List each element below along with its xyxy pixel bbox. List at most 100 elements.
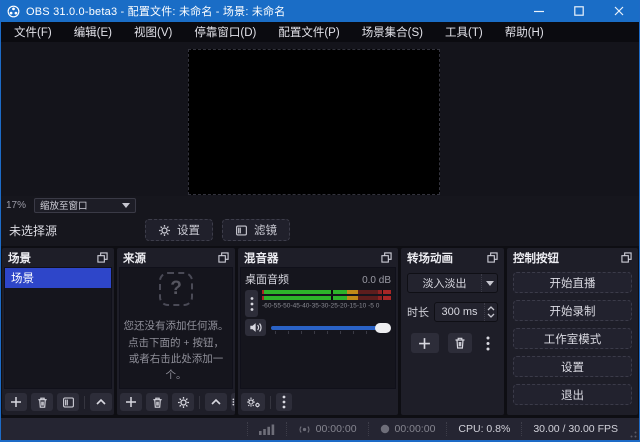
connection-quality — [247, 422, 286, 436]
menu-scene-collection[interactable]: 场景集合(S) — [351, 22, 434, 42]
gears-icon — [246, 396, 261, 409]
channel-menu-button[interactable] — [245, 290, 258, 317]
remove-source-button[interactable] — [146, 393, 168, 411]
menu-profile[interactable]: 配置文件(P) — [267, 22, 350, 42]
advanced-audio-button[interactable] — [241, 393, 265, 411]
empty-line-1: 您还没有添加任何源。 — [120, 318, 232, 334]
scene-list-item-selected[interactable]: 场景 — [5, 268, 111, 288]
start-recording-button[interactable]: 开始录制 — [513, 300, 632, 321]
source-properties-button[interactable]: 设置 — [145, 219, 213, 241]
mixer-empty-space — [245, 336, 391, 388]
gear-icon — [158, 224, 171, 237]
chevron-down-icon — [122, 203, 130, 208]
mixer-content: 桌面音频 0.0 dB -60-55-50-45-40-35-3 — [240, 267, 396, 389]
minimize-button[interactable] — [519, 0, 559, 22]
volume-slider-track — [271, 326, 389, 330]
mixer-toolbar — [238, 389, 398, 415]
source-filters-label: 滤镜 — [254, 222, 277, 238]
sources-empty-text: 您还没有添加任何源。 点击下面的 + 按钮， 或者右击此处添加一个。 — [120, 318, 232, 383]
meter-bar-left — [262, 290, 391, 294]
menu-edit[interactable]: 编辑(E) — [63, 22, 123, 42]
studio-mode-button[interactable]: 工作室模式 — [513, 328, 632, 349]
source-more-button[interactable] — [231, 393, 235, 411]
titlebar: OBS 31.0.0-beta3 - 配置文件: 未命名 - 场景: 未命名 — [1, 0, 639, 22]
add-source-button[interactable] — [120, 393, 142, 411]
maximize-button[interactable] — [559, 0, 599, 22]
source-properties-gear-button[interactable] — [172, 393, 194, 411]
transitions-title: 转场动画 — [407, 250, 453, 266]
start-streaming-button[interactable]: 开始直播 — [513, 272, 632, 293]
channel-name: 桌面音频 — [245, 271, 289, 287]
preview-canvas[interactable] — [188, 49, 440, 195]
signal-bars-icon — [259, 424, 275, 435]
preview-zoom-row: 17% 缩放至窗口 — [1, 196, 639, 214]
scenes-title: 场景 — [8, 250, 31, 266]
scenes-list: 场景 — [4, 267, 112, 389]
volume-slider-row — [245, 319, 391, 336]
mixer-more-button[interactable] — [276, 393, 292, 411]
menu-view[interactable]: 视图(V) — [123, 22, 183, 42]
float-dock-icon[interactable] — [218, 252, 229, 263]
record-time-value: 00:00:00 — [395, 423, 436, 435]
zoom-mode-label: 缩放至窗口 — [40, 198, 88, 212]
transition-type-label: 淡入淡出 — [408, 275, 481, 291]
zoom-mode-dropdown[interactable]: 缩放至窗口 — [34, 198, 136, 213]
add-transition-button[interactable] — [411, 333, 439, 353]
obs-window: OBS 31.0.0-beta3 - 配置文件: 未命名 - 场景: 未命名 文… — [0, 0, 640, 442]
menu-file[interactable]: 文件(F) — [3, 22, 63, 42]
cpu-usage: CPU: 0.8% — [446, 422, 521, 436]
fps-indicator: 30.00 / 30.00 FPS — [521, 422, 629, 436]
float-dock-icon[interactable] — [381, 252, 392, 263]
mute-button[interactable] — [245, 319, 266, 336]
add-scene-button[interactable] — [5, 393, 27, 411]
scene-filters-button[interactable] — [57, 393, 79, 411]
source-toolbar: 未选择源 设置 滤镜 — [1, 214, 639, 246]
move-source-up-button[interactable] — [205, 393, 227, 411]
remove-transition-button[interactable] — [448, 333, 472, 353]
status-bar: 00:00:00 00:00:00 CPU: 0.8% 30.00 / 30.0… — [1, 417, 639, 440]
preview-area — [1, 42, 639, 196]
controls-content: 开始直播 开始录制 工作室模式 设置 退出 — [507, 267, 638, 415]
mixer-channel-row: 桌面音频 0.0 dB — [245, 271, 391, 287]
duration-label: 时长 — [407, 304, 429, 320]
transition-type-dropdown[interactable]: 淡入淡出 — [407, 273, 498, 293]
float-dock-icon[interactable] — [487, 252, 498, 263]
menu-docks[interactable]: 停靠窗口(D) — [183, 22, 267, 42]
scenes-toolbar — [2, 389, 114, 415]
question-mark-icon: ? — [159, 272, 193, 306]
toolbar-separator — [270, 396, 271, 409]
settings-button[interactable]: 设置 — [513, 356, 632, 377]
record-timer: 00:00:00 — [368, 422, 447, 436]
sources-list[interactable]: ? 您还没有添加任何源。 点击下面的 + 按钮， 或者右击此处添加一个。 — [119, 267, 233, 389]
remove-scene-button[interactable] — [31, 393, 53, 411]
exit-button[interactable]: 退出 — [513, 384, 632, 405]
resize-grip[interactable] — [630, 431, 637, 438]
float-dock-icon[interactable] — [621, 252, 632, 263]
float-dock-icon[interactable] — [97, 252, 108, 263]
menu-help[interactable]: 帮助(H) — [494, 22, 555, 42]
transition-properties-button[interactable] — [481, 333, 495, 353]
sources-empty-state: ? 您还没有添加任何源。 点击下面的 + 按钮， 或者右击此处添加一个。 — [120, 268, 232, 388]
duration-value: 300 ms — [435, 303, 484, 321]
close-button[interactable] — [599, 0, 639, 22]
no-source-label: 未选择源 — [9, 222, 57, 239]
duration-spinbox[interactable]: 300 ms — [434, 302, 498, 322]
mixer-panel-header: 混音器 — [238, 248, 398, 267]
source-filters-button[interactable]: 滤镜 — [222, 219, 290, 241]
chevron-up-icon — [487, 306, 495, 311]
controls-panel: 控制按钮 开始直播 开始录制 工作室模式 设置 退出 — [507, 248, 638, 415]
volume-slider-handle[interactable] — [375, 323, 391, 333]
obs-logo-icon — [7, 5, 20, 18]
controls-panel-header: 控制按钮 — [507, 248, 638, 267]
sources-panel-header: 来源 — [117, 248, 235, 267]
spinner-arrows[interactable] — [484, 303, 497, 321]
menu-tools[interactable]: 工具(T) — [434, 22, 494, 42]
filter-icon — [235, 224, 248, 237]
transitions-panel: 转场动画 淡入淡出 时长 300 ms — [401, 248, 504, 415]
transition-buttons-row — [407, 333, 498, 353]
move-scene-up-button[interactable] — [90, 393, 112, 411]
empty-line-3: 或者右击此处添加一个。 — [120, 351, 232, 384]
volume-meter: -60-55-50-45-40-35-30-25-20-15-10 -5 0 — [262, 290, 391, 317]
chevron-down-icon — [487, 313, 495, 318]
volume-slider[interactable] — [271, 322, 391, 334]
